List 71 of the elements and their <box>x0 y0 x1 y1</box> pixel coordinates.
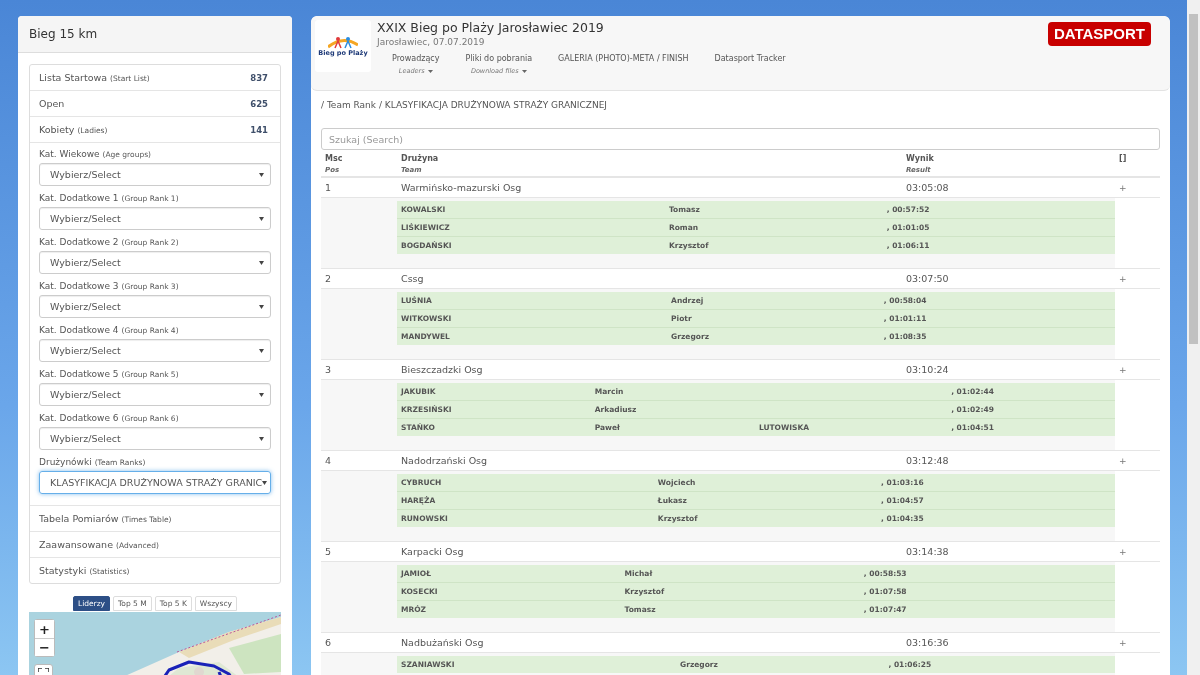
caret-icon <box>259 304 264 309</box>
panel-title: Bieg 15 km <box>18 16 292 53</box>
field-label: Kat. Dodatkowe 1 <box>39 193 119 203</box>
select-field[interactable]: Wybierz/Select <box>39 163 271 186</box>
item-count: 625 <box>250 98 268 109</box>
table-cell: Cssg <box>397 268 902 289</box>
caret-icon <box>259 216 264 221</box>
caret-icon <box>259 436 264 441</box>
caret-icon <box>521 69 527 73</box>
event-date: Jarosławiec, 07.07.2019 <box>377 36 486 48</box>
table-cell: Nadbużański Osg <box>397 632 902 653</box>
expand-button[interactable]: + <box>1119 638 1127 648</box>
caret-icon <box>259 392 264 397</box>
table-cell: 4 <box>321 450 397 471</box>
caret-icon <box>259 260 264 265</box>
field-label: Kat. Dodatkowe 4 <box>39 325 119 335</box>
field-label: Kat. Dodatkowe 6 <box>39 413 119 423</box>
select-field[interactable]: Wybierz/Select <box>39 207 271 230</box>
brand-logo: DATASPORT <box>1047 22 1151 46</box>
item-count: 837 <box>250 72 268 83</box>
caret-icon <box>259 172 264 177</box>
expand-button[interactable]: + <box>1119 456 1127 466</box>
menu-item[interactable]: Open 625 <box>30 90 280 116</box>
table-cell: 3 <box>321 359 397 380</box>
runners-icon <box>328 35 358 49</box>
item-label: Lista Startowa <box>39 72 108 83</box>
item-label: Statystyki <box>39 565 87 576</box>
item-label: Open <box>39 98 65 109</box>
table-cell: 03:12:48 <box>902 450 1115 471</box>
item-count: 141 <box>250 124 268 135</box>
table-cell: 1 <box>321 177 397 198</box>
expand-button[interactable]: + <box>1119 547 1127 557</box>
table-cell: 6 <box>321 632 397 653</box>
select-field[interactable]: KLASYFIKACJA DRUŻYNOWA STRAŻY GRANIC <box>39 471 271 494</box>
nav-menu[interactable]: GALERIA (PHOTO)-META / FINISH <box>545 54 702 75</box>
table-cell: 03:07:50 <box>902 268 1115 289</box>
field-label: Kat. Dodatkowe 2 <box>39 237 119 247</box>
caret-icon <box>259 348 264 353</box>
table-cell: Warmińsko-mazurski Osg <box>397 177 902 198</box>
expand-button[interactable]: + <box>1119 274 1127 284</box>
table-cell: 03:10:24 <box>902 359 1115 380</box>
select-field[interactable]: Wybierz/Select <box>39 251 271 274</box>
field-label: Kat. Wiekowe <box>39 149 100 159</box>
expand-button[interactable]: + <box>1119 365 1127 375</box>
table-cell: 03:05:08 <box>902 177 1115 198</box>
column-header: [] <box>1115 152 1160 177</box>
scrollbar-thumb[interactable] <box>1189 14 1198 344</box>
field-label: Kat. Dodatkowe 3 <box>39 281 119 291</box>
table-cell: 03:14:38 <box>902 541 1115 562</box>
caret-icon <box>262 480 268 485</box>
item-label: Tabela Pomiarów <box>39 513 119 524</box>
zoom-out-button[interactable]: − <box>35 638 54 656</box>
event-title: XXIX Bieg po Plaży Jarosławiec 2019 <box>377 20 605 36</box>
nav-menu[interactable]: Datasport Tracker <box>701 54 799 75</box>
select-field[interactable]: Wybierz/Select <box>39 339 271 362</box>
table-cell: Bieszczadzki Osg <box>397 359 902 380</box>
breadcrumb: / Team Rank / KLASYFIKACJA DRUŻYNOWA STRAŻY GRANICZNEJ <box>320 99 609 110</box>
caret-icon <box>427 69 433 73</box>
select-field[interactable]: Wybierz/Select <box>39 383 271 406</box>
item-label: Kobiety <box>39 124 75 135</box>
table-cell: 03:16:36 <box>902 632 1115 653</box>
field-label: Kat. Dodatkowe 5 <box>39 369 119 379</box>
expand-button[interactable]: + <box>1119 183 1127 193</box>
table-cell: Karpacki Osg <box>397 541 902 562</box>
table-cell: 5 <box>321 541 397 562</box>
field-label: Drużynówki <box>39 457 92 467</box>
table-cell: 2 <box>321 268 397 289</box>
item-label: Zaawansowane <box>39 539 113 550</box>
table-cell: Nadodrzański Osg <box>397 450 902 471</box>
select-field[interactable]: Wybierz/Select <box>39 427 271 450</box>
select-field[interactable]: Wybierz/Select <box>39 295 271 318</box>
